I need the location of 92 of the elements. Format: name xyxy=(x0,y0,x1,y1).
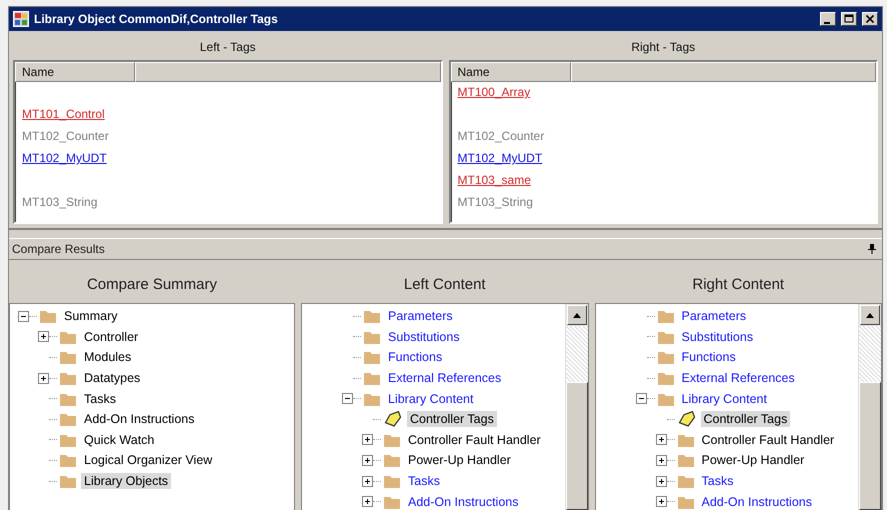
collapse-icon[interactable] xyxy=(636,393,646,404)
expand-icon[interactable] xyxy=(362,476,373,487)
folder-icon xyxy=(656,370,674,386)
scrollbar[interactable] xyxy=(564,304,588,510)
tree-item[interactable]: Library Content xyxy=(385,390,476,407)
expand-icon[interactable] xyxy=(362,454,373,466)
folder-icon xyxy=(59,411,77,428)
tree-item[interactable]: Functions xyxy=(385,349,446,366)
tag-name[interactable]: MT102_MyUDT xyxy=(15,148,440,170)
folder-icon xyxy=(676,452,694,468)
scroll-up-button[interactable] xyxy=(566,305,586,325)
tree-item[interactable]: Power-Up Handler xyxy=(405,452,514,468)
tree-item[interactable]: Parameters xyxy=(678,308,750,324)
tree-item[interactable]: Logical Organizer View xyxy=(81,452,216,468)
expand-icon[interactable] xyxy=(362,434,373,446)
folder-icon xyxy=(383,473,401,490)
tree-item[interactable]: Controller xyxy=(81,328,142,345)
expand-icon[interactable] xyxy=(656,434,666,446)
column-title: Right Content xyxy=(691,275,786,295)
tag-icon xyxy=(383,411,403,428)
tag-name[interactable]: MT103_String xyxy=(15,192,440,214)
folder-icon xyxy=(656,349,674,366)
tree-item[interactable]: Tasks xyxy=(698,473,736,490)
expand-icon[interactable] xyxy=(362,496,373,508)
folder-icon xyxy=(363,308,381,324)
folder-icon xyxy=(59,473,77,490)
folder-icon xyxy=(59,370,77,386)
pane-title: Right - Tags xyxy=(630,39,696,56)
tree-item[interactable]: Library Content xyxy=(678,390,770,407)
expand-icon[interactable] xyxy=(38,331,49,342)
scrollbar[interactable] xyxy=(858,304,881,510)
tree-item[interactable]: Add-On Instructions xyxy=(405,494,522,510)
up-arrow-icon xyxy=(866,312,874,318)
tree-item[interactable]: Functions xyxy=(678,349,739,366)
tree-item[interactable]: Substitutions xyxy=(385,328,463,345)
app-icon xyxy=(13,11,29,27)
window-title: Library Object CommonDif,Controller Tags xyxy=(34,12,279,26)
tag-name[interactable]: MT102_Counter xyxy=(450,126,876,148)
column-header[interactable]: Name xyxy=(15,62,135,82)
tree-item[interactable]: External References xyxy=(385,370,504,386)
up-arrow-icon xyxy=(572,312,580,318)
expand-icon[interactable] xyxy=(656,476,666,487)
tree-item[interactable]: Controller Tags xyxy=(407,411,497,428)
tag-name[interactable]: MT103_String xyxy=(450,192,876,214)
tag-name[interactable]: MT102_Counter xyxy=(15,126,440,148)
folder-icon xyxy=(59,349,77,366)
tree-item[interactable]: Add-On Instructions xyxy=(81,411,198,428)
tree-item[interactable]: Controller Tags xyxy=(700,411,790,428)
expand-icon[interactable] xyxy=(656,454,666,466)
tag-icon xyxy=(676,411,696,428)
minimize-button[interactable] xyxy=(820,12,836,26)
collapse-icon[interactable] xyxy=(342,393,353,404)
maximize-icon xyxy=(844,14,854,24)
minimize-icon xyxy=(824,22,830,24)
folder-icon xyxy=(39,308,57,324)
column-header[interactable]: Name xyxy=(450,62,570,82)
pane-title: Left - Tags xyxy=(198,39,257,56)
tree-item[interactable]: Modules xyxy=(81,349,134,366)
tree-item[interactable]: Library Objects xyxy=(81,473,172,490)
tag-name[interactable]: MT101_Control xyxy=(15,104,440,126)
folder-icon xyxy=(59,452,77,468)
column-title: Compare Summary xyxy=(86,275,218,295)
folder-icon xyxy=(656,308,674,324)
folder-icon xyxy=(383,452,401,468)
maximize-button[interactable] xyxy=(841,12,857,26)
panel-title: Compare Results xyxy=(12,242,105,256)
tree-item[interactable]: Tasks xyxy=(405,473,443,490)
tag-name[interactable]: MT103_same xyxy=(450,170,876,192)
tree-item[interactable]: Tasks xyxy=(81,390,119,407)
close-button[interactable] xyxy=(862,12,878,26)
tree-item[interactable]: Controller Fault Handler xyxy=(405,432,544,448)
tag-name[interactable]: MT102_MyUDT xyxy=(450,148,876,170)
tree-item[interactable]: Substitutions xyxy=(678,328,756,345)
tree-item[interactable]: External References xyxy=(678,370,798,386)
column-title: Left Content xyxy=(402,275,487,295)
collapse-icon[interactable] xyxy=(18,310,29,322)
tree-item[interactable]: Parameters xyxy=(385,308,456,324)
close-icon xyxy=(865,14,875,24)
tag-name[interactable]: MT100_Array xyxy=(450,82,876,104)
folder-icon xyxy=(363,370,381,386)
folder-icon xyxy=(676,473,694,490)
pin-icon[interactable] xyxy=(868,244,876,254)
tree-item[interactable]: Datatypes xyxy=(81,370,144,386)
expand-icon[interactable] xyxy=(38,372,49,384)
expand-icon[interactable] xyxy=(656,496,666,508)
tree-item[interactable]: Controller Fault Handler xyxy=(698,432,838,448)
tree-item[interactable]: Quick Watch xyxy=(81,432,158,448)
tree-item[interactable]: Add-On Instructions xyxy=(698,494,815,510)
tree-item[interactable]: Power-Up Handler xyxy=(698,452,808,468)
folder-icon xyxy=(363,349,381,366)
scroll-up-button[interactable] xyxy=(860,305,880,325)
tree-item[interactable]: Summary xyxy=(61,308,120,324)
